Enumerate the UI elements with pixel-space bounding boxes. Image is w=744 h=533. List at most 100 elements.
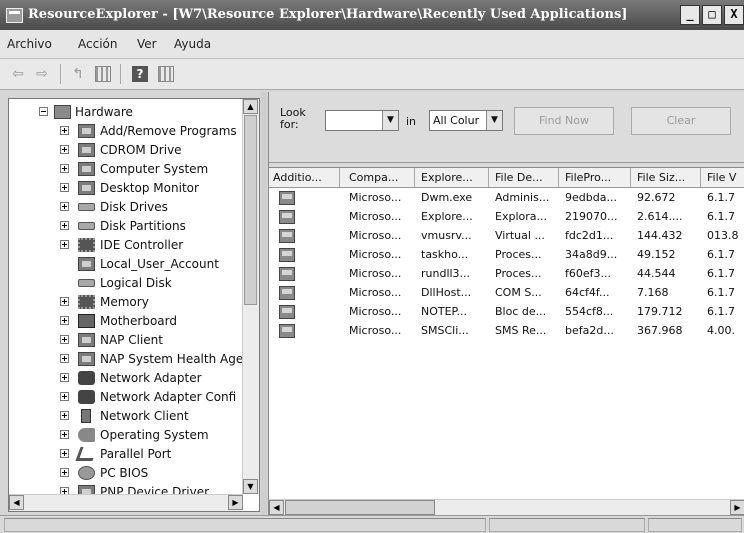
tree-item-logical-disk[interactable]: Logical Disk (9, 274, 245, 293)
table-row[interactable]: Microso... Explore... Explora... 219070... 2… (269, 208, 744, 227)
scroll-thumb[interactable] (244, 115, 257, 305)
results-list[interactable]: Additio... Compa... Explore... File De..… (269, 167, 744, 516)
tree-item-disk-partitions[interactable]: Disk Partitions (9, 217, 245, 236)
back-arrow-icon[interactable]: ⇦ (10, 66, 26, 82)
expand-icon[interactable] (60, 411, 69, 420)
table-cell: 92.672 (637, 191, 676, 204)
tree-item-label: Memory (100, 295, 149, 309)
tree-item-motherboard[interactable]: Motherboard (9, 312, 245, 331)
expand-icon[interactable] (60, 183, 69, 192)
scroll-down-icon[interactable]: ▼ (243, 479, 258, 494)
table-row[interactable]: Microso... DllHost... COM S... 64cf4f... 7.1… (269, 284, 744, 303)
list-horizontal-scrollbar[interactable]: ◀ ▶ (269, 499, 744, 516)
expand-icon[interactable] (60, 430, 69, 439)
expand-icon[interactable] (60, 221, 69, 230)
column-header[interactable]: File Siz... (633, 168, 701, 187)
tree-item-label: Computer System (100, 162, 209, 176)
tree-item-desktop-monitor[interactable]: Desktop Monitor (9, 179, 245, 198)
table-row[interactable]: Microso... taskho... Proces... 34a8d9... 49.… (269, 246, 744, 265)
tree-item-pc-bios[interactable]: PC BIOS (9, 464, 245, 483)
expand-icon[interactable] (60, 335, 69, 344)
chevron-down-icon[interactable]: ▼ (382, 111, 398, 130)
tree-item-computer-system[interactable]: Computer System (9, 160, 245, 179)
tree-item-operating-system[interactable]: Operating System (9, 426, 245, 445)
tree-item-add-remove-programs[interactable]: Add/Remove Programs (9, 122, 245, 141)
table-row[interactable]: Microso... rundll3... Proces... f60ef3... 44… (269, 265, 744, 284)
column-header[interactable]: FilePro... (561, 168, 631, 187)
scroll-left-icon[interactable]: ◀ (9, 495, 24, 510)
tree-item-nap-client[interactable]: NAP Client (9, 331, 245, 350)
expand-icon[interactable] (60, 316, 69, 325)
forward-arrow-icon[interactable]: ⇨ (34, 66, 50, 82)
tree-pane[interactable]: Hardware Add/Remove Programs CDROM Drive… (8, 98, 260, 512)
expand-icon[interactable] (60, 392, 69, 401)
help-icon[interactable]: ? (132, 66, 148, 82)
tree-horizontal-scrollbar[interactable]: ◀ ▶ (9, 494, 243, 511)
pane-splitter[interactable] (261, 92, 267, 515)
expand-icon[interactable] (60, 126, 69, 135)
look-for-input[interactable]: ▼ (325, 110, 399, 131)
find-now-button[interactable]: Find Now (514, 107, 614, 135)
up-folder-icon[interactable]: ↰ (70, 66, 86, 82)
expand-icon[interactable] (60, 240, 69, 249)
parallel-port-icon (75, 447, 98, 461)
tree-item-network-adapter[interactable]: Network Adapter (9, 369, 245, 388)
look-for-label: Look for: (280, 106, 306, 131)
maximize-button[interactable]: □ (702, 5, 722, 25)
table-row[interactable]: Microso... vmusrv... Virtual ... fdc2d1... 1… (269, 227, 744, 246)
scroll-right-icon[interactable]: ▶ (730, 500, 744, 515)
expand-icon[interactable] (60, 202, 69, 211)
tree-item-local-user-account[interactable]: Local_User_Account (9, 255, 245, 274)
monitor-icon (78, 181, 95, 195)
table-cell: 179.712 (637, 305, 683, 318)
clear-button[interactable]: Clear (631, 107, 731, 135)
column-header[interactable]: File De... (491, 168, 559, 187)
table-cell: Microso... (349, 248, 402, 261)
collapse-icon[interactable] (39, 107, 48, 116)
table-cell: 7.168 (637, 286, 669, 299)
expand-icon[interactable] (60, 297, 69, 306)
scroll-right-icon[interactable]: ▶ (228, 495, 243, 510)
column-header[interactable]: Additio... (269, 168, 340, 187)
tree-item-parallel-port[interactable]: Parallel Port (9, 445, 245, 464)
column-header[interactable]: Explore... (417, 168, 489, 187)
expand-icon[interactable] (60, 468, 69, 477)
menu-ayuda[interactable]: Ayuda (174, 37, 211, 51)
minimize-button[interactable]: _ (680, 5, 700, 25)
scroll-left-icon[interactable]: ◀ (269, 500, 284, 515)
expand-icon[interactable] (60, 145, 69, 154)
table-row[interactable]: Microso... NOTEP... Bloc de... 554cf8... 179… (269, 303, 744, 322)
tree-vertical-scrollbar[interactable]: ▲ ▼ (242, 99, 259, 494)
tree-item-network-adapter-config[interactable]: Network Adapter Confi (9, 388, 245, 407)
table-cell: Microso... (349, 286, 402, 299)
tree-item-disk-drives[interactable]: Disk Drives (9, 198, 245, 217)
show-hide-tree-icon[interactable] (95, 66, 111, 82)
menu-accion[interactable]: Acción (78, 37, 117, 51)
table-row[interactable]: Microso... Dwm.exe Adminis... 9edbda... 92.6… (269, 189, 744, 208)
tree-root[interactable]: Hardware (9, 103, 245, 122)
properties-icon[interactable] (158, 66, 174, 82)
menu-ver[interactable]: Ver (137, 37, 157, 51)
tree-item-ide-controller[interactable]: IDE Controller (9, 236, 245, 255)
column-header[interactable]: File V (703, 168, 744, 187)
search-column-select[interactable]: All Colur ▼ (429, 110, 503, 131)
tree-item-memory[interactable]: Memory (9, 293, 245, 312)
tree-item-label: Motherboard (100, 314, 177, 328)
tree-item-nap-system-health[interactable]: NAP System Health Age (9, 350, 245, 369)
chevron-down-icon[interactable]: ▼ (486, 111, 502, 130)
column-header[interactable]: Compa... (345, 168, 415, 187)
table-cell: Microso... (349, 324, 402, 337)
scroll-up-icon[interactable]: ▲ (243, 99, 258, 114)
expand-icon[interactable] (60, 449, 69, 458)
close-button[interactable]: X (724, 5, 744, 25)
tree-item-label: Network Adapter (100, 371, 202, 385)
status-segment (648, 518, 742, 532)
menu-archivo[interactable]: Archivo (7, 37, 52, 51)
expand-icon[interactable] (60, 373, 69, 382)
expand-icon[interactable] (60, 164, 69, 173)
table-row[interactable]: Microso... SMSCli... SMS Re... befa2d... 367… (269, 322, 744, 341)
tree-item-network-client[interactable]: Network Client (9, 407, 245, 426)
expand-icon[interactable] (60, 354, 69, 363)
scroll-thumb[interactable] (285, 500, 435, 515)
tree-item-cdrom-drive[interactable]: CDROM Drive (9, 141, 245, 160)
